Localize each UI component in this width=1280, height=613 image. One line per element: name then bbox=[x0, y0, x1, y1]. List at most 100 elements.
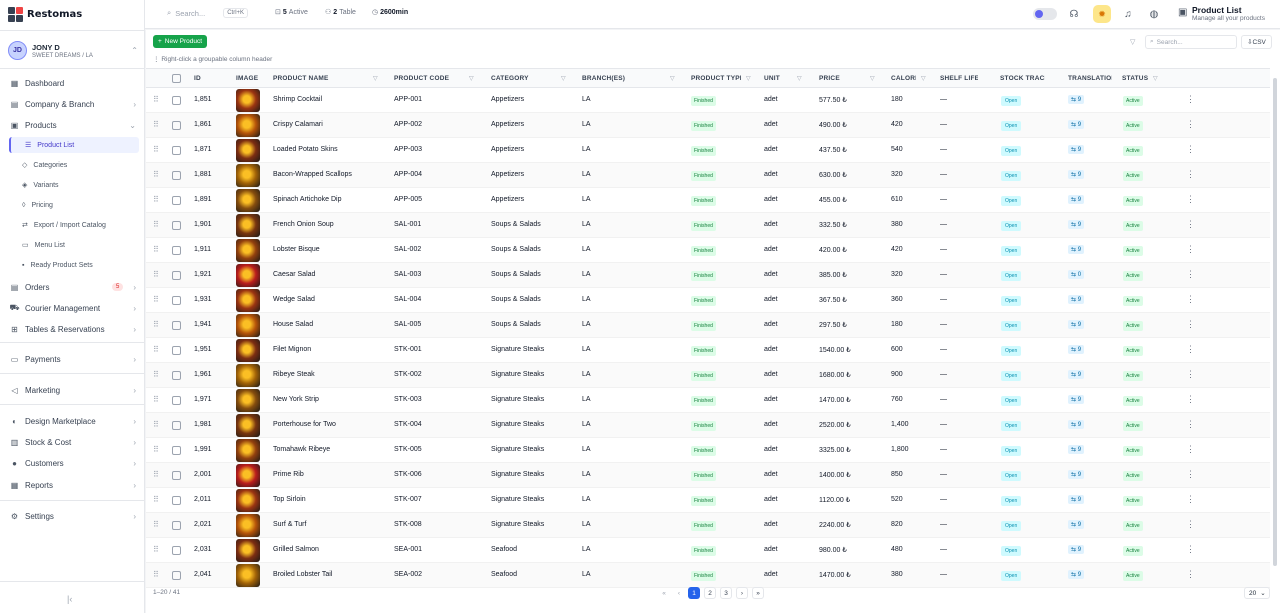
nav-product-list[interactable]: ☰ Product List bbox=[9, 137, 139, 153]
translations-badge[interactable]: ⇆ 9 bbox=[1068, 370, 1085, 379]
translations-badge[interactable]: ⇆ 9 bbox=[1068, 170, 1085, 179]
page-button-3[interactable]: 3 bbox=[720, 587, 732, 599]
nav-pricing[interactable]: ◊ Pricing bbox=[22, 197, 138, 213]
table-row[interactable]: ⠿ 1,861 Crispy Calamari APP-002 Appetizers LA… bbox=[146, 113, 1270, 138]
table-row[interactable]: ⠿ 1,901 French Onion Soup SAL-001 Soups & Sa… bbox=[146, 213, 1270, 238]
cell-name[interactable]: Loaded Potato Skins bbox=[273, 146, 338, 153]
active-orders-stat[interactable]: ⊡ 5 Active bbox=[275, 8, 308, 17]
table-row[interactable]: ⠿ 1,871 Loaded Potato Skins APP-003 Appetize… bbox=[146, 138, 1270, 163]
drag-handle-icon[interactable]: ⠿ bbox=[153, 445, 159, 454]
new-product-button[interactable]: + New Product bbox=[153, 35, 208, 48]
row-checkbox[interactable] bbox=[172, 121, 181, 130]
drag-handle-icon[interactable]: ⠿ bbox=[153, 245, 159, 254]
nav-customers[interactable]: ● Customers › bbox=[10, 455, 136, 471]
more-actions-icon[interactable]: ⋮ bbox=[1186, 269, 1195, 280]
cell-name[interactable]: Ribeye Steak bbox=[273, 371, 315, 378]
translations-badge[interactable]: ⇆ 9 bbox=[1068, 220, 1085, 229]
table-search-input[interactable]: ⌕ Search... bbox=[1145, 35, 1237, 49]
timer-stat[interactable]: ◷ 2600min bbox=[372, 8, 408, 17]
table-row[interactable]: ⠿ 1,981 Porterhouse for Two STK-004 Signatur… bbox=[146, 413, 1270, 438]
globe-icon[interactable]: ◍ bbox=[1148, 8, 1160, 20]
vertical-scrollbar[interactable] bbox=[1273, 78, 1277, 566]
row-checkbox[interactable] bbox=[172, 346, 181, 355]
nav-settings[interactable]: ⚙ Settings › bbox=[10, 508, 136, 524]
table-row[interactable]: ⠿ 1,931 Wedge Salad SAL-004 Soups & Salads LA… bbox=[146, 288, 1270, 313]
translations-badge[interactable]: ⇆ 9 bbox=[1068, 320, 1085, 329]
row-checkbox[interactable] bbox=[172, 321, 181, 330]
drag-handle-icon[interactable]: ⠿ bbox=[153, 545, 159, 554]
collapse-sidebar-icon[interactable]: |‹ bbox=[67, 594, 72, 604]
translations-badge[interactable]: ⇆ 9 bbox=[1068, 570, 1085, 579]
cell-name[interactable]: Crispy Calamari bbox=[273, 121, 323, 128]
table-row[interactable]: ⠿ 1,891 Spinach Artichoke Dip APP-005 Appeti… bbox=[146, 188, 1270, 213]
cell-name[interactable]: Wedge Salad bbox=[273, 296, 315, 303]
translations-badge[interactable]: ⇆ 9 bbox=[1068, 545, 1085, 554]
csv-export-button[interactable]: ⇩ CSV bbox=[1241, 35, 1272, 49]
headset-icon[interactable]: ☊ bbox=[1068, 8, 1080, 20]
translations-badge[interactable]: ⇆ 9 bbox=[1068, 145, 1085, 154]
more-actions-icon[interactable]: ⋮ bbox=[1186, 419, 1195, 430]
table-row[interactable]: ⠿ 1,991 Tomahawk Ribeye STK-005 Signature St… bbox=[146, 438, 1270, 463]
nav-marketing[interactable]: ◁ Marketing › bbox=[10, 382, 136, 398]
first-page-button[interactable]: « bbox=[658, 587, 670, 599]
translations-badge[interactable]: ⇆ 9 bbox=[1068, 120, 1085, 129]
nav-orders[interactable]: ▤ Orders 5 › bbox=[10, 279, 136, 295]
drag-handle-icon[interactable]: ⠿ bbox=[153, 220, 159, 229]
column-header-name[interactable]: PRODUCT NAME bbox=[273, 75, 363, 82]
filter-icon[interactable]: ▽ bbox=[797, 75, 802, 82]
translations-badge[interactable]: ⇆ 9 bbox=[1068, 395, 1085, 404]
row-checkbox[interactable] bbox=[172, 171, 181, 180]
drag-handle-icon[interactable]: ⠿ bbox=[153, 395, 159, 404]
filter-icon[interactable]: ▽ bbox=[373, 75, 378, 82]
row-checkbox[interactable] bbox=[172, 471, 181, 480]
page-size-select[interactable]: 20 ⌄ bbox=[1244, 587, 1270, 599]
filter-icon[interactable]: ▽ bbox=[1130, 38, 1135, 46]
more-actions-icon[interactable]: ⋮ bbox=[1186, 544, 1195, 555]
sun-icon[interactable]: ✹ bbox=[1093, 5, 1111, 23]
more-actions-icon[interactable]: ⋮ bbox=[1186, 444, 1195, 455]
nav-categories[interactable]: ◇ Categories bbox=[22, 157, 138, 173]
global-search[interactable]: ⌕ Search... Ctrl+K bbox=[167, 5, 253, 21]
next-page-button[interactable]: › bbox=[736, 587, 748, 599]
cell-name[interactable]: Grilled Salmon bbox=[273, 546, 319, 553]
column-header-status[interactable]: STATUS bbox=[1122, 75, 1150, 82]
column-header-shelf[interactable]: SHELF LIFE bbox=[940, 75, 978, 82]
row-checkbox[interactable] bbox=[172, 221, 181, 230]
cell-name[interactable]: Porterhouse for Two bbox=[273, 421, 336, 428]
nav-courier[interactable]: ⛟ Courier Management › bbox=[9, 300, 136, 316]
row-checkbox[interactable] bbox=[172, 571, 181, 580]
nav-tables[interactable]: ⊞ Tables & Reservations › bbox=[10, 321, 136, 337]
drag-handle-icon[interactable]: ⠿ bbox=[153, 270, 159, 279]
column-header-unit[interactable]: UNIT bbox=[764, 75, 794, 82]
more-actions-icon[interactable]: ⋮ bbox=[1186, 119, 1195, 130]
drag-handle-icon[interactable]: ⠿ bbox=[153, 295, 159, 304]
more-actions-icon[interactable]: ⋮ bbox=[1186, 144, 1195, 155]
row-checkbox[interactable] bbox=[172, 246, 181, 255]
drag-handle-icon[interactable]: ⠿ bbox=[153, 470, 159, 479]
row-checkbox[interactable] bbox=[172, 371, 181, 380]
nav-ready-sets[interactable]: ▪ Ready Product Sets bbox=[22, 257, 138, 273]
filter-icon[interactable]: ▽ bbox=[1153, 75, 1158, 82]
drag-handle-icon[interactable]: ⠿ bbox=[153, 570, 159, 579]
bell-icon[interactable]: ♫ bbox=[1122, 8, 1134, 20]
nav-design[interactable]: ◐ Design Marketplace › bbox=[10, 413, 136, 429]
row-checkbox[interactable] bbox=[172, 496, 181, 505]
translations-badge[interactable]: ⇆ 9 bbox=[1068, 345, 1085, 354]
drag-handle-icon[interactable]: ⠿ bbox=[153, 420, 159, 429]
user-switcher[interactable]: JD JONY D SWEET DREAMS / LA ⌃ bbox=[8, 41, 138, 60]
cell-name[interactable]: Bacon-Wrapped Scallops bbox=[273, 171, 352, 178]
table-row[interactable]: ⠿ 1,851 Shrimp Cocktail APP-001 Appetizers LA… bbox=[146, 88, 1270, 113]
row-checkbox[interactable] bbox=[172, 96, 181, 105]
cell-name[interactable]: Filet Mignon bbox=[273, 346, 311, 353]
more-actions-icon[interactable]: ⋮ bbox=[1186, 169, 1195, 180]
nav-export-import[interactable]: ⇄ Export / Import Catalog bbox=[22, 217, 138, 233]
row-checkbox[interactable] bbox=[172, 271, 181, 280]
table-row[interactable]: ⠿ 1,921 Caesar Salad SAL-003 Soups & Salads L… bbox=[146, 263, 1270, 288]
more-actions-icon[interactable]: ⋮ bbox=[1186, 519, 1195, 530]
more-actions-icon[interactable]: ⋮ bbox=[1186, 369, 1195, 380]
filter-icon[interactable]: ▽ bbox=[670, 75, 675, 82]
translations-badge[interactable]: ⇆ 9 bbox=[1068, 95, 1085, 104]
nav-reports[interactable]: ▦ Reports › bbox=[10, 477, 136, 493]
table-row[interactable]: ⠿ 2,001 Prime Rib STK-006 Signature Steaks LA… bbox=[146, 463, 1270, 488]
more-actions-icon[interactable]: ⋮ bbox=[1186, 319, 1195, 330]
